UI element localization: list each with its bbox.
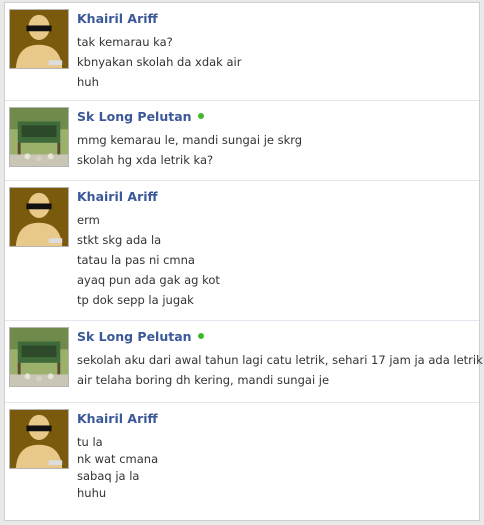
- message-list: mmg kemarau le, mandi sungai je skrg sko…: [77, 130, 302, 170]
- silhouette-avatar-icon: [10, 10, 68, 68]
- sender-name-link[interactable]: Khairil Ariff: [77, 11, 158, 26]
- avatar[interactable]: [9, 409, 69, 469]
- message-group: Sk Long Pelutan mmg kemarau le, mandi su…: [5, 101, 479, 181]
- message-group: Sk Long Pelutan sekolah aku dari awal ta…: [5, 321, 483, 403]
- message-text: kbnyakan skolah da xdak air: [77, 55, 242, 69]
- silhouette-avatar-icon: [10, 410, 68, 468]
- silhouette-avatar-icon: [10, 188, 68, 246]
- message-text: tu la: [77, 435, 103, 449]
- message-text: tatau la pas ni cmna: [77, 253, 195, 267]
- sender-name[interactable]: Sk Long Pelutan: [77, 329, 192, 344]
- message-text: mmg kemarau le, mandi sungai je skrg: [77, 133, 303, 147]
- message-list: sekolah aku dari awal tahun lagi catu le…: [77, 350, 483, 390]
- school-photo-avatar-icon: [10, 108, 68, 166]
- message-text: sabaq ja la: [77, 469, 140, 483]
- sender-name-link[interactable]: Khairil Ariff: [77, 411, 158, 426]
- sender-name[interactable]: Khairil Ariff: [77, 189, 158, 204]
- message-text: ayaq pun ada gak ag kot: [77, 273, 220, 287]
- message-text: erm: [77, 213, 100, 227]
- message-text: tp dok sepp la jugak: [77, 293, 194, 307]
- message-text: huhu: [77, 486, 107, 500]
- online-status-icon: [197, 333, 204, 339]
- sender-name[interactable]: Khairil Ariff: [77, 11, 158, 26]
- avatar[interactable]: [9, 327, 69, 387]
- avatar[interactable]: [9, 187, 69, 247]
- avatar[interactable]: [9, 107, 69, 167]
- message-text: air telaha boring dh kering, mandi sunga…: [77, 373, 330, 387]
- sender-name-link[interactable]: Khairil Ariff: [77, 189, 158, 204]
- chat-conversation: Khairil Ariff tak kemarau ka? kbnyakan s…: [4, 2, 483, 521]
- message-group: Khairil Ariff erm stkt skg ada la tatau …: [5, 181, 479, 321]
- sender-name[interactable]: Khairil Ariff: [77, 411, 158, 426]
- school-photo-avatar-icon: [10, 328, 68, 386]
- message-text: nk wat cmana: [77, 452, 159, 466]
- message-text: tak kemarau ka?: [77, 35, 173, 49]
- sender-name[interactable]: Sk Long Pelutan: [77, 109, 192, 124]
- message-text: sekolah aku dari awal tahun lagi catu le…: [77, 353, 483, 367]
- message-text: stkt skg ada la: [77, 233, 162, 247]
- sender-name-link[interactable]: Sk Long Pelutan: [77, 329, 204, 344]
- message-list: erm stkt skg ada la tatau la pas ni cmna…: [77, 210, 220, 310]
- message-group: Khairil Ariff tak kemarau ka? kbnyakan s…: [5, 3, 479, 101]
- sender-name-link[interactable]: Sk Long Pelutan: [77, 109, 204, 124]
- message-list: tu la nk wat cmana sabaq ja la huhu: [77, 434, 158, 502]
- message-group: Khairil Ariff tu la nk wat cmana sabaq j…: [5, 403, 479, 520]
- message-text: skolah hg xda letrik ka?: [77, 153, 214, 167]
- message-list: tak kemarau ka? kbnyakan skolah da xdak …: [77, 32, 241, 92]
- avatar[interactable]: [9, 9, 69, 69]
- message-text: huh: [77, 75, 99, 89]
- online-status-icon: [197, 113, 204, 119]
